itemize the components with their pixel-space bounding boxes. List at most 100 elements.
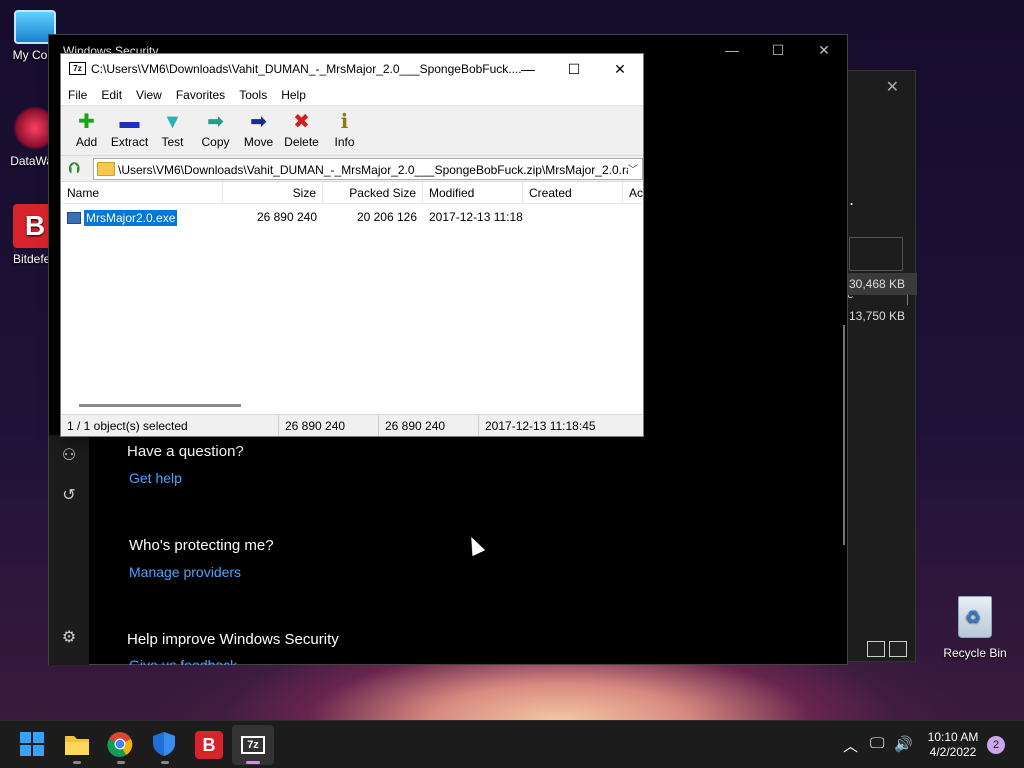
window-controls: — ☐ ✕ [505, 54, 643, 84]
minimize-button[interactable]: — [709, 35, 755, 65]
up-folder-icon[interactable]: ⮉ [65, 160, 83, 178]
cell-packed-size: 20 206 126 [356, 210, 417, 224]
cell-created [533, 208, 633, 228]
path-combobox[interactable]: \Users\VM6\Downloads\Vahit_DUMAN_-_MrsMa… [93, 158, 643, 180]
menu-view[interactable]: View [129, 84, 169, 105]
status-bar: 1 / 1 object(s) selected 26 890 240 26 8… [61, 414, 643, 436]
column-name[interactable]: Name [61, 182, 223, 203]
section-heading: Who's protecting me? [129, 537, 274, 554]
close-icon[interactable]: ✕ [886, 77, 899, 97]
large-icons-view-icon[interactable] [889, 641, 907, 657]
table-row[interactable]: MrsMajor2.0.exe 26 890 240 20 206 126 20… [61, 208, 643, 228]
toolbar-label: Test [161, 135, 184, 149]
menu-help[interactable]: Help [274, 84, 313, 105]
delete-button[interactable]: ✖ Delete [280, 106, 323, 155]
menu-tools[interactable]: Tools [232, 84, 274, 105]
copy-button[interactable]: ➡ Copy [194, 106, 237, 155]
test-button[interactable]: ▼ Test [151, 106, 194, 155]
status-packed: 26 890 240 [379, 415, 479, 436]
close-button[interactable]: ✕ [801, 35, 847, 65]
gear-icon[interactable]: ⚙ [59, 627, 79, 647]
section-heading: Help improve Windows Security [127, 631, 339, 648]
window-controls: — ☐ ✕ [709, 35, 847, 65]
add-button[interactable]: ✚ Add [65, 106, 108, 155]
column-headers: Name Size Packed Size Modified Created A… [61, 182, 643, 204]
view-toggle [867, 641, 907, 657]
menu-bar: File Edit View Favorites Tools Help [61, 84, 643, 106]
toolbar-label: Copy [201, 135, 230, 149]
give-feedback-link[interactable]: Give us feedback [129, 657, 237, 665]
maximize-button[interactable]: ☐ [755, 35, 801, 65]
clock-time: 10:10 AM [927, 730, 979, 744]
minimize-button[interactable]: — [505, 54, 551, 84]
cell-modified: 2017-12-13 11:18 [429, 210, 523, 224]
copy-icon: ➡ [207, 111, 224, 133]
horizontal-scrollbar[interactable] [79, 404, 241, 407]
toolbar: ✚ Add ▬ Extract ▼ Test ➡ Copy ➡ Move ✖ Delete ℹ Info [61, 106, 643, 156]
list-item[interactable]: 30,468 KB [847, 273, 917, 295]
bg-window-dot: . [849, 189, 855, 209]
window-title: C:\Users\VM6\Downloads\Vahit_DUMAN_-_Mrs… [91, 62, 522, 76]
extract-icon: ▬ [119, 111, 140, 133]
toolbar-label: Extract [110, 135, 149, 149]
sevenzip-window[interactable]: 7z C:\Users\VM6\Downloads\Vahit_DUMAN_-_… [60, 53, 644, 437]
recycle-bin-icon [958, 596, 992, 638]
chevron-down-icon[interactable]: ﹀ [628, 161, 638, 176]
notification-badge[interactable]: 2 [987, 736, 1005, 754]
cell-name: MrsMajor2.0.exe [61, 208, 223, 228]
title-bar[interactable]: 7z C:\Users\VM6\Downloads\Vahit_DUMAN_-_… [61, 54, 643, 84]
list-item[interactable]: 13,750 KB [847, 305, 917, 327]
cell-size: 26 890 240 [256, 210, 317, 224]
clock[interactable]: 10:10 AM 4/2/2022 [918, 730, 988, 760]
status-selection: 1 / 1 object(s) selected [61, 415, 279, 436]
get-help-link[interactable]: Get help [129, 470, 182, 486]
bg-window-input[interactable] [849, 237, 903, 271]
volume-icon[interactable]: 🔊 [894, 735, 913, 753]
file-list[interactable]: Name Size Packed Size Modified Created A… [61, 182, 643, 412]
toolbar-label: Move [243, 135, 274, 149]
desktop-icon-label: Recycle Bin [943, 646, 1007, 660]
system-tray: ︿ 🖵 🔊 10:10 AM 4/2/2022 [0, 721, 1024, 768]
address-bar: ⮉ \Users\VM6\Downloads\Vahit_DUMAN_-_Mrs… [61, 156, 643, 182]
menu-favorites[interactable]: Favorites [169, 84, 232, 105]
manage-providers-link[interactable]: Manage providers [129, 564, 241, 580]
close-button[interactable]: ✕ [597, 54, 643, 84]
toolbar-label: Info [334, 135, 355, 149]
test-icon: ▼ [162, 111, 183, 133]
taskbar: B 7z ︿ 🖵 🔊 10:10 AM 4/2/2022 [0, 720, 1024, 768]
add-icon: ✚ [78, 111, 95, 133]
move-icon: ➡ [250, 111, 267, 133]
clock-date: 4/2/2022 [929, 745, 977, 759]
status-modified: 2017-12-13 11:18:45 [485, 419, 596, 433]
column-accessed[interactable]: Ac [623, 182, 643, 203]
file-name: MrsMajor2.0.exe [82, 209, 179, 227]
family-options-icon[interactable]: ⚇ [59, 445, 79, 465]
delete-icon: ✖ [293, 111, 310, 133]
column-created[interactable]: Created [523, 182, 623, 203]
maximize-button[interactable]: ☐ [551, 54, 597, 84]
menu-edit[interactable]: Edit [94, 84, 129, 105]
move-button[interactable]: ➡ Move [237, 106, 280, 155]
info-button[interactable]: ℹ Info [323, 106, 366, 155]
column-modified[interactable]: Modified [423, 182, 523, 203]
ws-sidebar: ⚇ ↺ ⚙ [49, 435, 89, 665]
network-icon[interactable]: 🖵 [870, 735, 884, 752]
history-icon[interactable]: ↺ [59, 485, 79, 505]
sevenzip-app-icon: 7z [69, 62, 86, 75]
info-icon: ℹ [340, 111, 349, 133]
desktop-icon-recycle-bin[interactable]: Recycle Bin [940, 596, 1010, 660]
exe-file-icon [67, 212, 81, 224]
path-text: \Users\VM6\Downloads\Vahit_DUMAN_-_MrsMa… [118, 163, 628, 177]
folder-icon [97, 162, 115, 176]
column-packed-size[interactable]: Packed Size [323, 182, 423, 203]
column-size[interactable]: Size [223, 182, 323, 203]
toolbar-label: Add [75, 135, 98, 149]
toolbar-label: Delete [284, 135, 319, 149]
extract-button[interactable]: ▬ Extract [108, 106, 151, 155]
details-view-icon[interactable] [867, 641, 885, 657]
scrollbar[interactable] [843, 325, 845, 545]
menu-file[interactable]: File [61, 84, 94, 105]
chevron-up-icon[interactable]: ︿ [843, 735, 858, 756]
status-size: 26 890 240 [279, 415, 379, 436]
section-heading: Have a question? [127, 443, 244, 460]
